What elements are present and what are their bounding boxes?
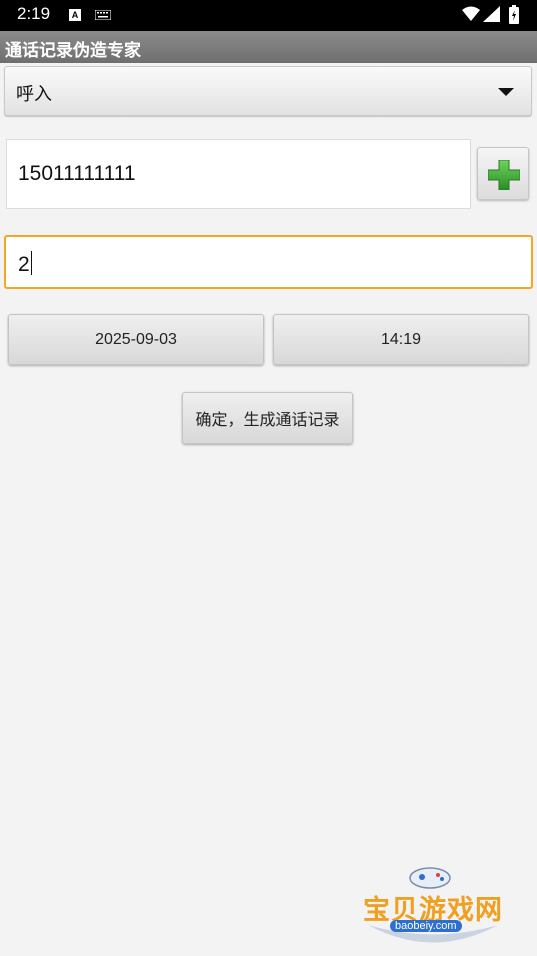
generate-call-log-button[interactable]: 确定，生成通话记录 bbox=[182, 392, 353, 444]
notification-a-icon: A bbox=[69, 9, 81, 21]
text-cursor bbox=[30, 251, 32, 275]
date-picker-button[interactable]: 2025-09-03 bbox=[8, 314, 264, 365]
status-bar: 2:19 A bbox=[0, 0, 537, 31]
app-title-bar: 通话记录伪造专家 bbox=[0, 31, 537, 63]
green-plus-icon bbox=[488, 160, 520, 190]
status-time: 2:19 bbox=[17, 4, 51, 23]
call-type-selected: 呼入 bbox=[16, 84, 52, 105]
battery-icon bbox=[509, 5, 519, 24]
watermark-logo: 宝贝游戏网 baobeiy.com bbox=[360, 862, 505, 952]
phone-number-input[interactable]: 15011111111 bbox=[6, 139, 471, 209]
call-type-dropdown[interactable]: 呼入 bbox=[4, 66, 532, 116]
keyboard-icon bbox=[95, 10, 111, 20]
signal-icon bbox=[483, 6, 500, 22]
wifi-icon bbox=[462, 6, 480, 21]
call-count-value: 2 bbox=[18, 253, 30, 276]
add-contact-button[interactable] bbox=[477, 147, 529, 200]
app-title: 通话记录伪造专家 bbox=[5, 41, 141, 61]
dropdown-arrow-icon bbox=[498, 88, 514, 96]
time-picker-button[interactable]: 14:19 bbox=[273, 314, 529, 365]
gamepad-icon bbox=[409, 867, 451, 889]
call-count-input[interactable]: 2 bbox=[4, 235, 533, 289]
watermark-url: baobeiy.com bbox=[390, 920, 462, 932]
